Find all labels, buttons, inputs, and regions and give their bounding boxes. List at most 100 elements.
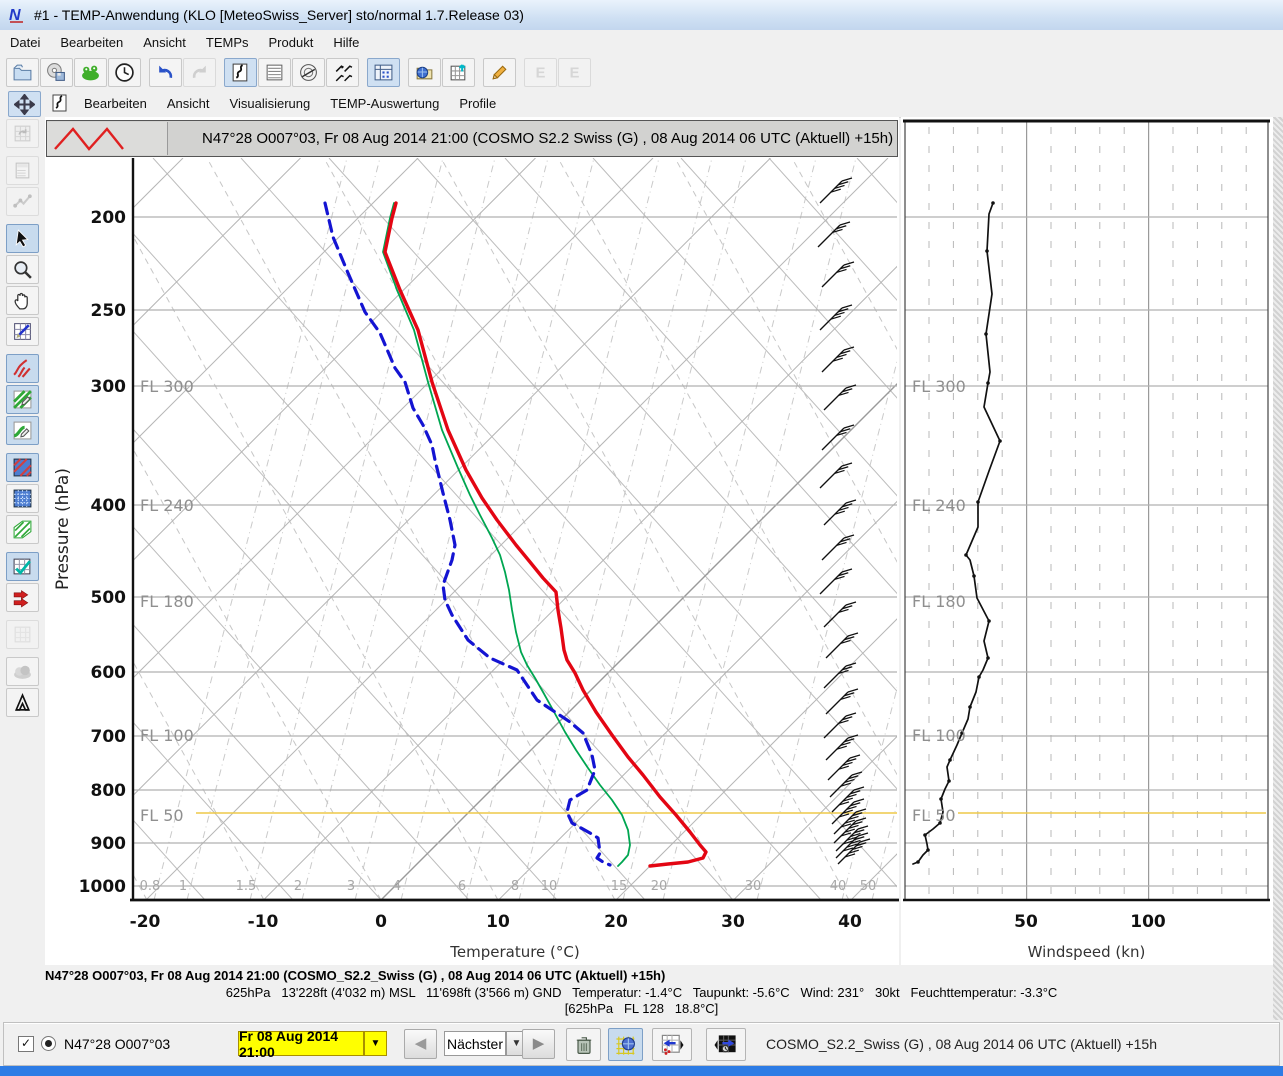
redo-button[interactable] — [183, 58, 216, 87]
check-grid-button[interactable] — [6, 552, 39, 581]
mountain-route-button[interactable] — [6, 688, 39, 717]
menu-produkt[interactable]: Produkt — [259, 32, 324, 53]
menu-ansicht[interactable]: Ansicht — [133, 32, 196, 53]
red-waves-button[interactable] — [6, 354, 39, 383]
cursor-select-button[interactable] — [6, 224, 39, 253]
grid-globe-icon — [614, 1033, 638, 1057]
red-arrows-icon — [12, 587, 33, 608]
check-grid-icon — [12, 556, 33, 577]
clock-button[interactable] — [108, 58, 141, 87]
menubar: DateiBearbeitenAnsichtTEMPsProduktHilfe — [0, 30, 1283, 56]
blue-hatch-button[interactable] — [6, 453, 39, 482]
route-edit-button[interactable] — [6, 187, 39, 216]
station-visible-checkbox[interactable]: ✓ — [18, 1036, 34, 1052]
menu-temps[interactable]: TEMPs — [196, 32, 259, 53]
grid-star-button[interactable] — [6, 317, 39, 346]
svg-text:3: 3 — [347, 879, 355, 894]
grid-plain-button[interactable] — [6, 620, 39, 649]
green-hatch-icon — [12, 519, 33, 540]
panel-menu-visualisierung[interactable]: Visualisierung — [220, 94, 321, 113]
frog-icon — [80, 62, 101, 83]
skewt-profile-button[interactable] — [224, 58, 257, 87]
skewt-profile-icon — [230, 62, 251, 83]
pencil-edit-icon — [489, 62, 510, 83]
chart-export-button[interactable] — [442, 58, 475, 87]
temperature-curve — [385, 203, 706, 866]
pan-view-button[interactable] — [8, 91, 41, 117]
letter-e-icon: E — [564, 62, 585, 83]
menu-hilfe[interactable]: Hilfe — [323, 32, 369, 53]
status-line-location: N47°28 O007°03, Fr 08 Aug 2014 21:00 (CO… — [45, 968, 665, 983]
panel-menu-profile[interactable]: Profile — [449, 94, 506, 113]
grid-plain-icon — [12, 624, 33, 645]
animate-forward-button[interactable] — [652, 1028, 692, 1061]
app-logo-icon: N — [6, 5, 28, 25]
panel-menu-temp-auswertung[interactable]: TEMP-Auswertung — [320, 94, 449, 113]
step-mode-select[interactable]: Nächster — [444, 1031, 506, 1056]
previous-time-button[interactable]: ◀ — [404, 1029, 437, 1059]
move-pan-icon — [14, 94, 35, 115]
panel-menu-ansicht[interactable]: Ansicht — [157, 94, 220, 113]
pencil-edit-button[interactable] — [483, 58, 516, 87]
grid-sync-button[interactable] — [6, 119, 39, 148]
wind-barbs — [818, 178, 870, 864]
model-grid-button[interactable] — [608, 1028, 643, 1061]
hodograph-button[interactable] — [292, 58, 325, 87]
delete-temp-button[interactable] — [566, 1028, 601, 1061]
svg-text:FL 50: FL 50 — [140, 806, 184, 825]
menu-datei[interactable]: Datei — [0, 32, 50, 53]
windspeed-axis-labels: FL 300FL 240FL 180FL 100FL 5050100Windsp… — [912, 377, 1166, 961]
open-folder-button[interactable] — [6, 58, 39, 87]
svg-text:8: 8 — [511, 879, 519, 894]
station-radio[interactable] — [41, 1036, 56, 1051]
blue-grid-button[interactable] — [6, 484, 39, 513]
hodograph-icon — [298, 62, 319, 83]
letter-e-icon: E — [530, 62, 551, 83]
skewt-diagram[interactable]: 2002503004005006007008009001000FL 300FL … — [45, 117, 901, 965]
data-list-button[interactable] — [258, 58, 291, 87]
time-select-arrow[interactable]: ▼ — [364, 1031, 387, 1056]
time-select[interactable]: Fr 08 Aug 2014 21:00 — [238, 1031, 364, 1056]
svg-text:FL 50: FL 50 — [912, 806, 956, 825]
form-table-button[interactable] — [6, 156, 39, 185]
save-disk-button[interactable] — [40, 58, 73, 87]
zoom-magnifier-button[interactable] — [6, 255, 39, 284]
value-table-button[interactable] — [367, 58, 400, 87]
svg-text:40: 40 — [830, 879, 847, 894]
windspeed-diagram[interactable]: FL 300FL 240FL 180FL 100FL 5050100Windsp… — [901, 117, 1273, 965]
globe-import-button[interactable] — [408, 58, 441, 87]
animate-back-button[interactable] — [706, 1028, 746, 1061]
green-route-pen-icon — [12, 420, 33, 441]
panel-menu-bearbeiten[interactable]: Bearbeiten — [74, 94, 157, 113]
green-route-pen-button[interactable] — [6, 416, 39, 445]
menu-bearbeiten[interactable]: Bearbeiten — [50, 32, 133, 53]
frog-button[interactable] — [74, 58, 107, 87]
svg-text:FL 240: FL 240 — [140, 496, 194, 515]
green-hatch-button[interactable] — [6, 515, 39, 544]
clock-icon — [114, 62, 135, 83]
windspeed-profile — [913, 201, 1002, 864]
red-arrows-button[interactable] — [6, 583, 39, 612]
next-time-button[interactable]: ▶ — [522, 1029, 555, 1059]
svg-text:100: 100 — [1130, 912, 1166, 932]
skewt-axis-labels: 2002503004005006007008009001000FL 300FL … — [53, 208, 876, 961]
globe-import-icon — [414, 62, 435, 83]
pan-hand-button[interactable] — [6, 286, 39, 315]
chart-export-icon — [448, 62, 469, 83]
green-area-pen-button[interactable] — [6, 385, 39, 414]
svg-text:FL 240: FL 240 — [912, 496, 966, 515]
svg-text:15: 15 — [611, 879, 628, 894]
letter-e-button[interactable]: E — [524, 58, 557, 87]
multi-panel-icon — [332, 62, 353, 83]
svg-text:6: 6 — [458, 879, 466, 894]
svg-text:250: 250 — [91, 301, 127, 321]
multi-panel-button[interactable] — [326, 58, 359, 87]
save-disk-icon — [46, 62, 67, 83]
svg-text:20: 20 — [651, 879, 668, 894]
letter-e-button[interactable]: E — [558, 58, 591, 87]
secondary-toolbar: BearbeitenAnsichtVisualisierungTEMP-Ausw… — [0, 89, 1283, 118]
undo-button[interactable] — [149, 58, 182, 87]
control-bar: ✓ N47°28 O007°03 Fr 08 Aug 2014 21:00 ▼ … — [3, 1022, 1280, 1066]
cloud-product-button[interactable] — [6, 657, 39, 686]
green-area-pen-icon — [12, 389, 33, 410]
